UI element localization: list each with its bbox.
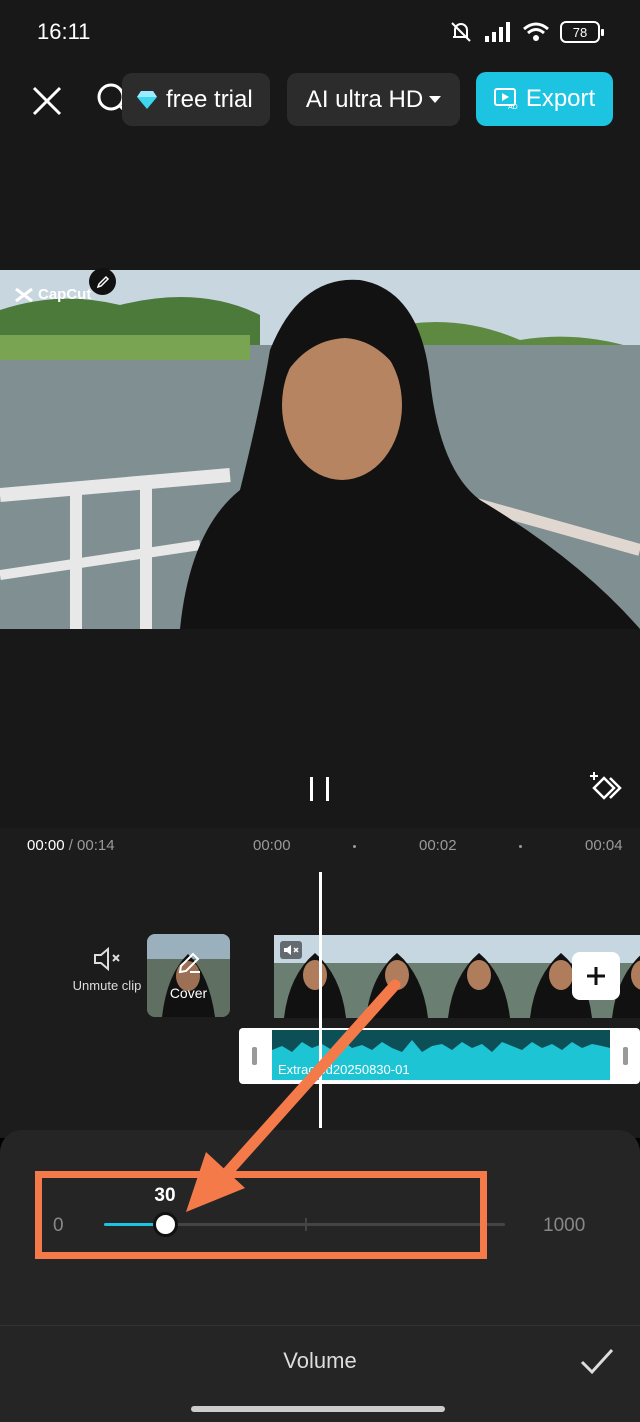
capcut-logo-icon	[15, 287, 33, 302]
video-frame-thumb	[356, 935, 438, 1018]
export-icon: AD	[493, 88, 518, 110]
annotation-highlight-box	[35, 1171, 487, 1259]
video-frame-thumb	[438, 935, 520, 1018]
plus-icon	[587, 967, 605, 985]
audio-waveform: Extracted20250830-01	[272, 1030, 610, 1080]
signal-icon	[485, 22, 510, 42]
ruler-label: 00:02	[419, 837, 457, 854]
battery-icon: 78	[560, 21, 604, 43]
quality-label: AI ultra HD	[305, 85, 424, 113]
cover-button[interactable]: Cover	[147, 934, 230, 1017]
ruler-label: 00:04	[585, 837, 623, 854]
pencil-icon	[178, 952, 200, 974]
top-toolbar: free trial AI ultra HD AD Export	[0, 62, 640, 140]
playhead[interactable]	[319, 872, 322, 1128]
panel-title: Volume	[283, 1348, 357, 1373]
timeline-panel: 00:00 / 00:14 00:00 00:02 00:04 Unmute c…	[0, 828, 640, 1138]
svg-text:AD: AD	[508, 104, 518, 110]
free-trial-button[interactable]: free trial	[122, 73, 270, 126]
free-trial-label: free trial	[166, 85, 253, 113]
video-frame-image	[0, 270, 640, 629]
check-icon[interactable]	[578, 1342, 616, 1380]
volume-panel: 0 30 1000	[0, 1130, 640, 1325]
left-handle-icon	[252, 1047, 257, 1065]
status-icons: 78	[448, 18, 604, 46]
diamond-icon	[137, 90, 157, 109]
audio-clip-label: Extracted20250830-01	[278, 1062, 410, 1077]
cover-label: Cover	[169, 985, 208, 1001]
export-button[interactable]: AD Export	[476, 72, 613, 126]
current-time: 00:00	[27, 837, 65, 854]
pause-icon[interactable]	[305, 774, 335, 804]
capcut-watermark: CapCut	[14, 286, 91, 303]
ruler-dot	[353, 845, 356, 848]
wifi-icon	[523, 22, 549, 41]
close-icon[interactable]	[28, 82, 66, 120]
mute-bell-icon	[451, 22, 471, 42]
pencil-icon	[96, 275, 109, 288]
bottom-bar: Volume	[0, 1325, 640, 1422]
slider-max-label: 1000	[543, 1215, 586, 1236]
export-label: Export	[525, 85, 596, 112]
video-preview[interactable]: CapCut	[0, 270, 640, 629]
ruler-label: 00:00	[253, 837, 291, 854]
muted-track-icon	[280, 941, 302, 959]
unmute-clip-button[interactable]: Unmute clip	[70, 946, 144, 993]
speaker-muted-icon	[94, 946, 120, 972]
watermark-text: CapCut	[38, 286, 92, 303]
right-handle-icon	[623, 1047, 628, 1065]
status-time: 16:11	[37, 19, 91, 44]
quality-dropdown[interactable]: AI ultra HD	[287, 73, 460, 126]
caret-down-icon	[429, 95, 442, 103]
home-indicator	[191, 1406, 445, 1412]
status-bar: 16:11 78	[0, 0, 640, 62]
audio-track[interactable]: Extracted20250830-01	[239, 1028, 640, 1084]
total-time: / 00:14	[68, 837, 115, 854]
ruler-dot	[519, 845, 522, 848]
time-display: 00:00 / 00:14	[27, 837, 115, 854]
edit-watermark-button[interactable]	[89, 268, 116, 295]
unmute-label: Unmute clip	[72, 978, 142, 993]
keyframe-add-icon[interactable]	[588, 770, 624, 806]
add-clip-button[interactable]	[572, 952, 620, 1000]
video-preview-area: CapCut	[0, 140, 640, 828]
